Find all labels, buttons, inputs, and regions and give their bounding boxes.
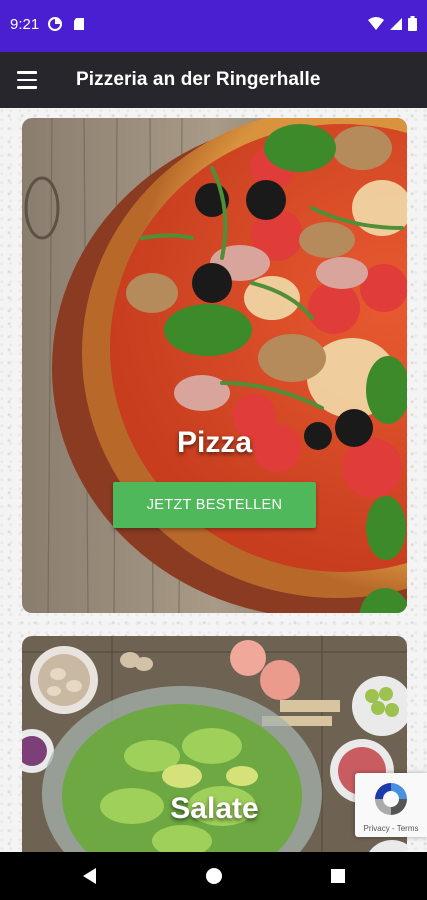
- pizza-image: [22, 118, 407, 613]
- back-icon[interactable]: [78, 864, 102, 888]
- recents-icon[interactable]: [326, 864, 350, 888]
- page-title: Pizzeria an der Ringerhalle: [76, 69, 321, 90]
- app-bar: Pizzeria an der Ringerhalle: [0, 52, 427, 108]
- order-now-button[interactable]: JETZT BESTELLEN: [113, 482, 316, 528]
- recaptcha-badge[interactable]: Privacy - Terms: [355, 773, 427, 837]
- card-title: Salate: [170, 792, 259, 825]
- content-area[interactable]: Pizza JETZT BESTELLEN Salate: [0, 108, 427, 852]
- status-icons: [368, 16, 417, 31]
- data-saver-icon: [48, 17, 62, 31]
- wifi-icon: [368, 16, 384, 30]
- system-nav-bar: [0, 852, 427, 900]
- battery-icon: [408, 16, 417, 31]
- recaptcha-logo-icon: [375, 783, 407, 815]
- recaptcha-links[interactable]: Privacy - Terms: [355, 824, 427, 833]
- status-bar: 9:21: [0, 0, 427, 52]
- cell-signal-icon: [390, 17, 402, 30]
- sd-card-icon: [74, 18, 84, 30]
- home-icon[interactable]: [202, 864, 226, 888]
- card-title: Pizza: [176, 426, 253, 459]
- status-time: 9:21: [10, 16, 40, 33]
- hamburger-menu-icon[interactable]: [14, 66, 44, 94]
- category-card-salad[interactable]: Salate: [22, 636, 407, 852]
- category-card-pizza[interactable]: Pizza JETZT BESTELLEN: [22, 118, 407, 613]
